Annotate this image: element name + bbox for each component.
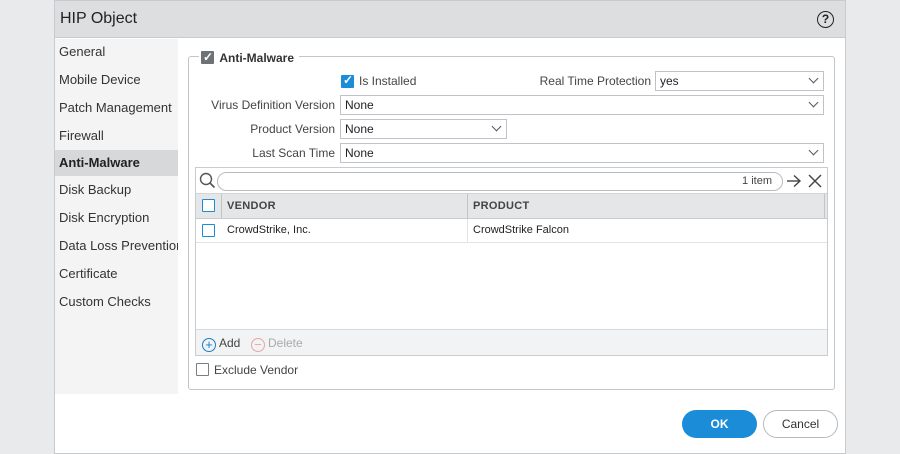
- select-all-checkbox[interactable]: [202, 199, 215, 212]
- sidebar-item-general[interactable]: General: [55, 39, 178, 65]
- product-version-label: Product Version: [250, 122, 335, 136]
- real-time-protection-value: yes: [660, 74, 679, 88]
- chevron-down-icon: [808, 145, 819, 156]
- add-button-label: Add: [219, 336, 241, 350]
- title-bar: HIP Object ?: [55, 1, 845, 38]
- vendor-cell: CrowdStrike, Inc.: [227, 224, 311, 236]
- product-version-value: None: [345, 122, 374, 136]
- sidebar-item-certificate[interactable]: Certificate: [55, 261, 178, 287]
- sidebar-item-firewall[interactable]: Firewall: [55, 123, 178, 149]
- grid-search-input[interactable]: 1 item: [217, 172, 783, 191]
- chevron-down-icon: [808, 73, 819, 84]
- real-time-protection-label: Real Time Protection: [539, 74, 651, 88]
- arrow-right-icon[interactable]: [786, 174, 802, 188]
- item-count: 1 item: [742, 175, 772, 187]
- product-version-select[interactable]: None: [340, 119, 507, 139]
- sidebar-item-data-loss-prevention[interactable]: Data Loss Prevention: [55, 233, 178, 259]
- column-header-vendor[interactable]: VENDOR: [227, 194, 276, 218]
- sidebar: General Mobile Device Patch Management F…: [55, 39, 178, 394]
- chevron-down-icon: [808, 97, 819, 108]
- ok-button[interactable]: OK: [682, 410, 757, 438]
- cancel-button[interactable]: Cancel: [763, 410, 838, 438]
- sidebar-item-patch-management[interactable]: Patch Management: [55, 95, 178, 121]
- sidebar-item-custom-checks[interactable]: Custom Checks: [55, 289, 178, 315]
- grid-footer: + Add − Delete: [196, 329, 827, 355]
- vendor-grid: 1 item VENDOR PRODUCT CrowdStrike, Inc. …: [195, 167, 828, 356]
- delete-button-label: Delete: [268, 336, 303, 350]
- anti-malware-legend: ✓ Anti-Malware: [199, 49, 300, 65]
- last-scan-time-label: Last Scan Time: [252, 146, 335, 160]
- chevron-down-icon: [491, 121, 502, 132]
- anti-malware-enable-checkbox[interactable]: ✓: [201, 50, 214, 65]
- real-time-protection-select[interactable]: yes: [655, 71, 824, 91]
- last-scan-time-value: None: [345, 146, 374, 160]
- product-cell: CrowdStrike Falcon: [473, 224, 569, 236]
- column-divider: [824, 194, 825, 218]
- help-icon[interactable]: ?: [817, 11, 834, 28]
- dialog-title: HIP Object: [60, 10, 138, 27]
- column-divider: [467, 194, 468, 218]
- sidebar-item-disk-encryption[interactable]: Disk Encryption: [55, 205, 178, 231]
- plus-icon: +: [202, 338, 216, 352]
- last-scan-time-select[interactable]: None: [340, 143, 824, 163]
- grid-header: VENDOR PRODUCT: [196, 194, 827, 219]
- exclude-vendor-checkbox[interactable]: [196, 363, 209, 376]
- checkmark-icon: ✓: [203, 50, 214, 65]
- column-header-product[interactable]: PRODUCT: [473, 194, 530, 218]
- column-divider: [221, 194, 222, 218]
- legend-label: Anti-Malware: [219, 50, 295, 65]
- sidebar-item-disk-backup[interactable]: Disk Backup: [55, 177, 178, 203]
- checkmark-icon: ✓: [343, 73, 354, 87]
- add-button[interactable]: + Add: [202, 335, 240, 352]
- virus-definition-version-value: None: [345, 98, 374, 112]
- is-installed-checkbox[interactable]: ✓: [341, 73, 354, 88]
- virus-definition-version-select[interactable]: None: [340, 95, 824, 115]
- row-checkbox[interactable]: [202, 224, 215, 237]
- virus-definition-version-label: Virus Definition Version: [211, 98, 335, 112]
- table-row[interactable]: CrowdStrike, Inc. CrowdStrike Falcon: [196, 219, 827, 243]
- hip-object-dialog: HIP Object ? General Mobile Device Patch…: [54, 0, 846, 454]
- exclude-vendor-label: Exclude Vendor: [214, 363, 299, 377]
- grid-search-row: 1 item: [196, 168, 827, 194]
- sidebar-item-mobile-device[interactable]: Mobile Device: [55, 67, 178, 93]
- clear-filter-icon[interactable]: [808, 174, 822, 188]
- search-icon[interactable]: [199, 172, 216, 189]
- minus-icon: −: [251, 338, 265, 352]
- sidebar-item-anti-malware[interactable]: Anti-Malware: [55, 150, 178, 176]
- is-installed-label: Is Installed: [359, 74, 417, 88]
- delete-button[interactable]: − Delete: [251, 335, 303, 352]
- column-divider: [467, 219, 468, 242]
